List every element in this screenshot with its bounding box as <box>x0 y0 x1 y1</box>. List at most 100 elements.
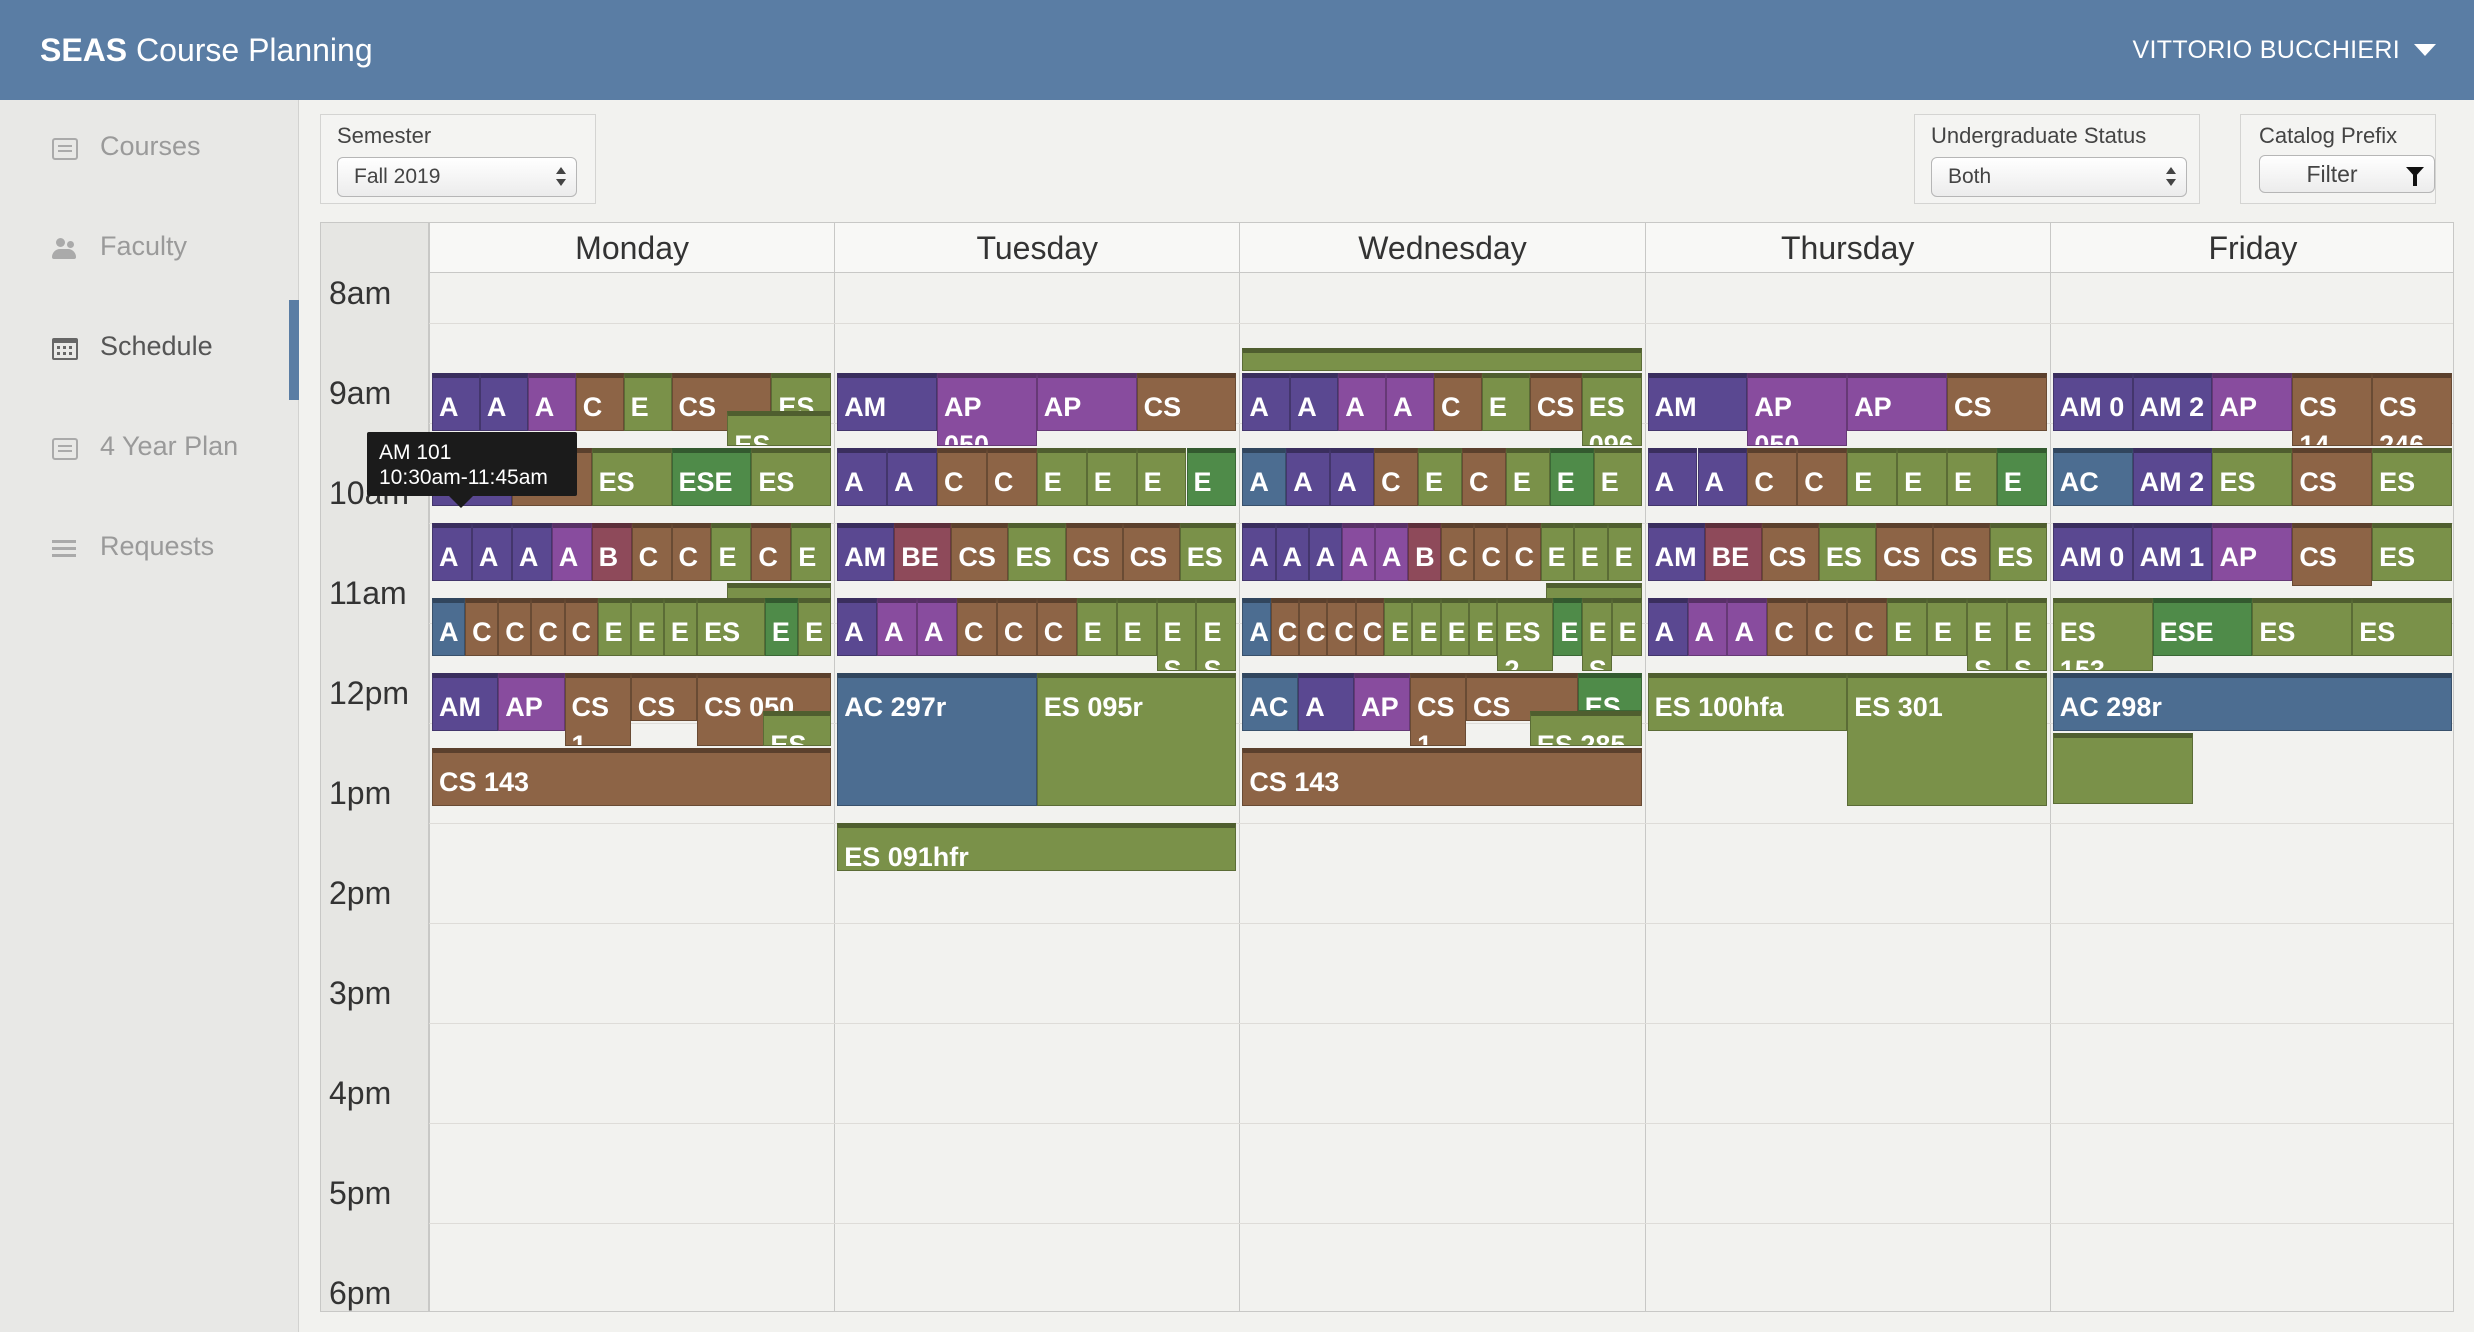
course-block[interactable]: CS <box>956 598 997 656</box>
course-block[interactable]: AM <box>511 523 552 581</box>
course-block[interactable]: AM <box>1647 523 1705 581</box>
course-block[interactable]: ES 16 <box>1553 598 1582 656</box>
course-block[interactable]: ES 240 <box>2352 598 2452 656</box>
course-block[interactable]: ES 1 <box>1136 448 1187 506</box>
course-block[interactable]: AM 226 <box>1647 373 1748 431</box>
sidebar-item-4-year-plan[interactable]: 4 Year Plan <box>0 400 299 500</box>
course-block[interactable]: ES 091hfr <box>837 823 1237 871</box>
course-block[interactable]: AP 21 <box>2212 373 2293 431</box>
course-block[interactable]: ES 1 (for ES 1 <box>1086 448 1137 506</box>
course-block[interactable]: CS <box>1270 598 1300 656</box>
course-block[interactable]: ES 096 <box>1581 373 1642 446</box>
course-block[interactable]: AP <box>917 598 957 656</box>
course-block[interactable]: ES 301 <box>1847 673 2047 806</box>
course-block[interactable]: CS 1 <box>937 448 987 506</box>
course-block[interactable]: AP 050 <box>1747 373 1848 446</box>
course-block[interactable]: ES <box>1927 598 1967 656</box>
course-block[interactable]: ES 095r <box>1036 673 1237 806</box>
course-block[interactable]: AP 282 <box>1847 373 1947 431</box>
course-block[interactable]: CS 2 <box>630 673 698 721</box>
course-block[interactable]: ES 23 <box>1196 598 1237 671</box>
course-block[interactable]: CS 28 <box>2292 448 2373 506</box>
course-block[interactable]: ES 19 <box>791 523 832 581</box>
course-block[interactable]: CS 136 <box>1136 373 1237 431</box>
course-block[interactable]: ES 05 <box>1540 523 1574 581</box>
course-block[interactable]: ES 051 <box>751 448 832 506</box>
course-block[interactable]: CS 1 <box>986 448 1037 506</box>
course-block[interactable]: AP <box>1687 598 1728 656</box>
course-block[interactable]: AM <box>1298 673 1355 731</box>
course-block[interactable]: ES 23 <box>2006 598 2047 671</box>
course-block[interactable]: AM <box>1275 523 1309 581</box>
course-block[interactable]: AM <box>471 523 512 581</box>
course-block[interactable]: AC 297r <box>837 673 1037 806</box>
course-block[interactable]: ES 173 <box>1990 523 2047 581</box>
course-block[interactable]: AC <box>1242 448 1287 506</box>
course-block[interactable]: AM <box>837 523 895 581</box>
course-block[interactable]: CS <box>671 523 712 581</box>
course-block[interactable]: CS 143 <box>1242 748 1642 806</box>
course-block[interactable]: AP 1 <box>1354 673 1411 731</box>
course-block[interactable]: CS 2 <box>1761 523 1819 581</box>
course-block[interactable]: ES <box>630 598 664 656</box>
course-block[interactable]: ES 153 <box>2052 598 2153 671</box>
course-block[interactable]: ES 02 Ed <box>1384 598 1413 656</box>
course-block[interactable]: AM <box>837 598 878 656</box>
course-block[interactable]: CS <box>498 598 532 656</box>
course-block[interactable]: CS 1 <box>1065 523 1123 581</box>
chevron-down-icon[interactable] <box>2414 44 2436 56</box>
course-block[interactable]: CS 25 <box>1507 523 1541 581</box>
course-block[interactable]: ES 19 <box>1573 523 1608 581</box>
course-block[interactable]: ES 051 <box>1593 448 1642 506</box>
course-block[interactable]: AM <box>1242 373 1291 431</box>
course-block[interactable]: ES <box>1887 598 1928 656</box>
app-brand[interactable]: SEAS Course Planning <box>40 30 373 70</box>
course-block[interactable]: CS 143 <box>432 748 832 806</box>
course-block[interactable]: AM 1 <box>2132 523 2213 581</box>
course-block[interactable]: ES 298hr <box>727 410 832 446</box>
course-block[interactable]: AM <box>887 448 937 506</box>
course-block[interactable]: ES <box>1607 523 1642 581</box>
course-block[interactable]: AP <box>1727 598 1768 656</box>
course-block[interactable]: CS 136 <box>1947 373 2047 431</box>
course-block[interactable]: AM <box>1242 523 1276 581</box>
course-block[interactable]: ES 2 <box>1818 523 1876 581</box>
course-block[interactable]: ES 15 <box>1966 598 2007 671</box>
course-block[interactable]: CS 1 <box>1747 448 1798 506</box>
course-block[interactable]: AM <box>1290 373 1339 431</box>
course-block[interactable]: BE <box>591 523 632 581</box>
sidebar-item-faculty[interactable]: Faculty <box>0 200 299 300</box>
course-block[interactable]: ESE 138 <box>1996 448 2047 506</box>
course-block[interactable]: CS 2 <box>1122 523 1180 581</box>
course-block[interactable]: AP <box>527 373 576 431</box>
course-block[interactable]: ES 24 <box>1581 598 1612 671</box>
course-block[interactable]: AM 226 <box>837 373 937 431</box>
course-block[interactable]: AP <box>1338 373 1387 431</box>
course-block[interactable]: CS 1 <box>1410 673 1466 746</box>
sidebar-item-schedule[interactable]: Schedule <box>0 300 299 400</box>
course-block[interactable]: CS 246 <box>2372 373 2452 446</box>
course-block[interactable]: CS <box>564 598 598 656</box>
course-block[interactable]: CS 2 <box>1933 523 1991 581</box>
course-block[interactable]: AM <box>1647 598 1688 656</box>
course-block[interactable]: AP 1 <box>498 673 565 731</box>
course-block[interactable]: ES 285 <box>1529 710 1642 746</box>
course-block[interactable]: ES 15 <box>1156 598 1197 671</box>
course-block[interactable]: ES <box>1611 598 1642 656</box>
course-block[interactable]: AM 2 <box>2132 448 2213 506</box>
course-block[interactable]: AC 2 <box>1242 673 1299 731</box>
course-block[interactable]: ES 1 (for ES 1 <box>1897 448 1947 506</box>
course-block[interactable]: AM <box>432 373 480 431</box>
course-block[interactable]: ES 1 <box>1036 448 1087 506</box>
course-block[interactable]: CS <box>1355 598 1385 656</box>
course-block[interactable]: ES 1 <box>1481 373 1530 431</box>
course-block[interactable]: AC 298r <box>2052 673 2452 731</box>
course-block[interactable]: ES 285 <box>763 710 832 746</box>
course-block[interactable]: ES 1 <box>623 373 672 431</box>
course-block[interactable]: BE 1 <box>894 523 952 581</box>
course-block[interactable]: ES <box>1116 598 1157 656</box>
course-block[interactable]: ESE 16 <box>671 448 752 506</box>
course-block[interactable]: AM <box>1647 448 1698 506</box>
course-block[interactable]: CS <box>1327 598 1356 656</box>
course-block[interactable]: CS 1 <box>1797 448 1848 506</box>
